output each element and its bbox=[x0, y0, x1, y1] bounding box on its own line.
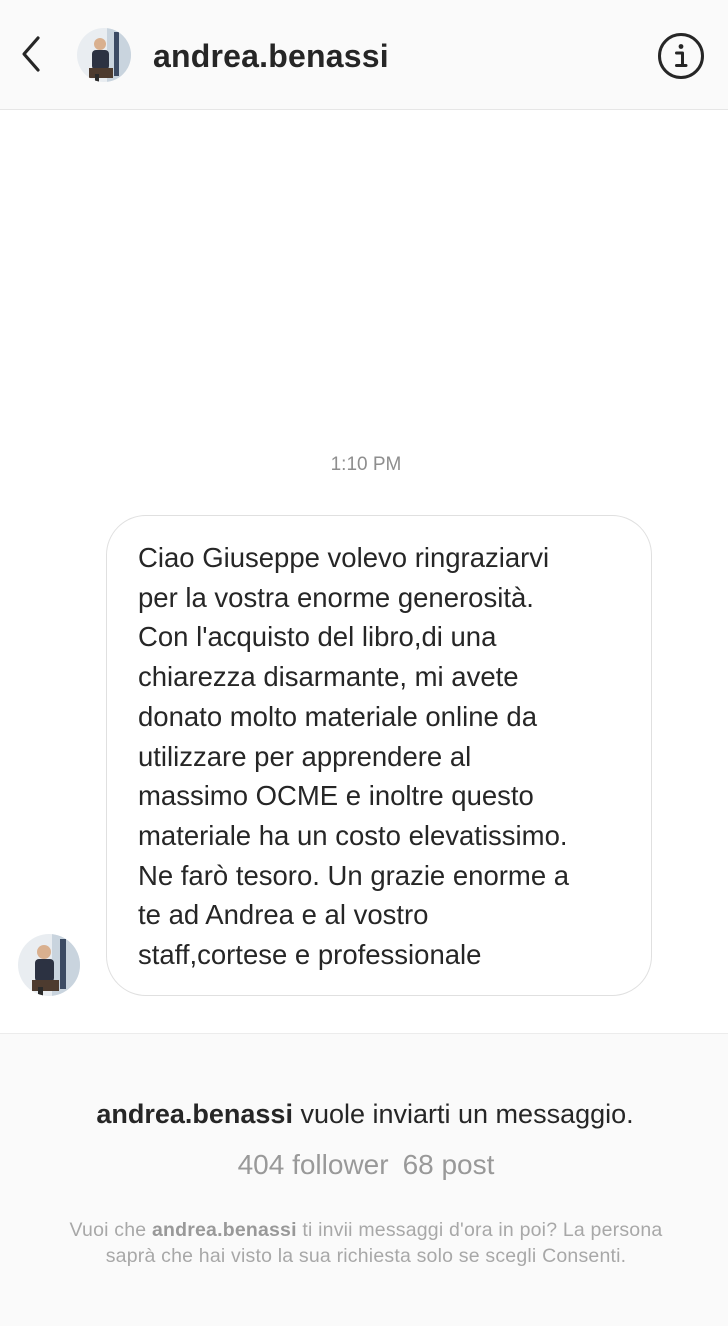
chat-title-username[interactable]: andrea.benassi bbox=[153, 36, 389, 76]
message-timestamp: 1:10 PM bbox=[330, 454, 402, 475]
message-line: materiale ha un costo elevatissimo. bbox=[138, 819, 568, 851]
message-line: donato molto materiale online da bbox=[138, 700, 538, 732]
request-title: andrea.benassi vuole inviarti un messagg… bbox=[0, 1096, 728, 1132]
info-circle-icon bbox=[658, 33, 704, 79]
post-count: 68 post bbox=[402, 1149, 495, 1180]
message-line: massimo OCME e inoltre questo bbox=[138, 780, 534, 812]
sender-avatar[interactable] bbox=[18, 934, 80, 996]
message-line: te ad Andrea e al vostro bbox=[138, 899, 429, 931]
back-button[interactable] bbox=[14, 32, 48, 76]
message-bubble[interactable]: Ciao Giuseppe volevo ringraziarvi per la… bbox=[106, 515, 652, 996]
message-line: chiarezza disarmante, mi avete bbox=[138, 661, 519, 693]
request-note: Vuoi che andrea.benassi ti invii messagg… bbox=[56, 1217, 676, 1269]
message-line: Con l'acquisto del libro,di una bbox=[138, 621, 497, 653]
chevron-left-icon bbox=[22, 36, 40, 72]
message-text: Ciao Giuseppe volevo ringraziarvi per la… bbox=[138, 538, 631, 975]
message-line: staff,cortese e professionale bbox=[138, 939, 482, 971]
request-stats: 404 follower 68 post bbox=[0, 1146, 728, 1184]
message-line: Ne farò tesoro. Un grazie enorme a bbox=[138, 859, 570, 891]
request-title-text: vuole inviarti un messaggio. bbox=[292, 1099, 634, 1129]
request-note-prefix: Vuoi che bbox=[69, 1219, 152, 1241]
avatar[interactable] bbox=[77, 28, 131, 82]
request-username[interactable]: andrea.benassi bbox=[96, 1099, 293, 1129]
message-line: Ciao Giuseppe volevo ringraziarvi bbox=[138, 542, 550, 573]
message-line: per la vostra enorme generosità. bbox=[138, 581, 534, 613]
request-note-username: andrea.benassi bbox=[151, 1219, 297, 1241]
message-line: utilizzare per apprendere al bbox=[138, 740, 472, 772]
chat-header: andrea.benassi bbox=[0, 0, 728, 110]
info-button[interactable] bbox=[656, 31, 706, 81]
follower-count: 404 follower bbox=[237, 1149, 389, 1180]
dm-request-screen: andrea.benassi 1:10 PM Ciao Giuseppe vol… bbox=[0, 0, 728, 1326]
message-request-panel: andrea.benassi vuole inviarti un messagg… bbox=[0, 1033, 728, 1326]
